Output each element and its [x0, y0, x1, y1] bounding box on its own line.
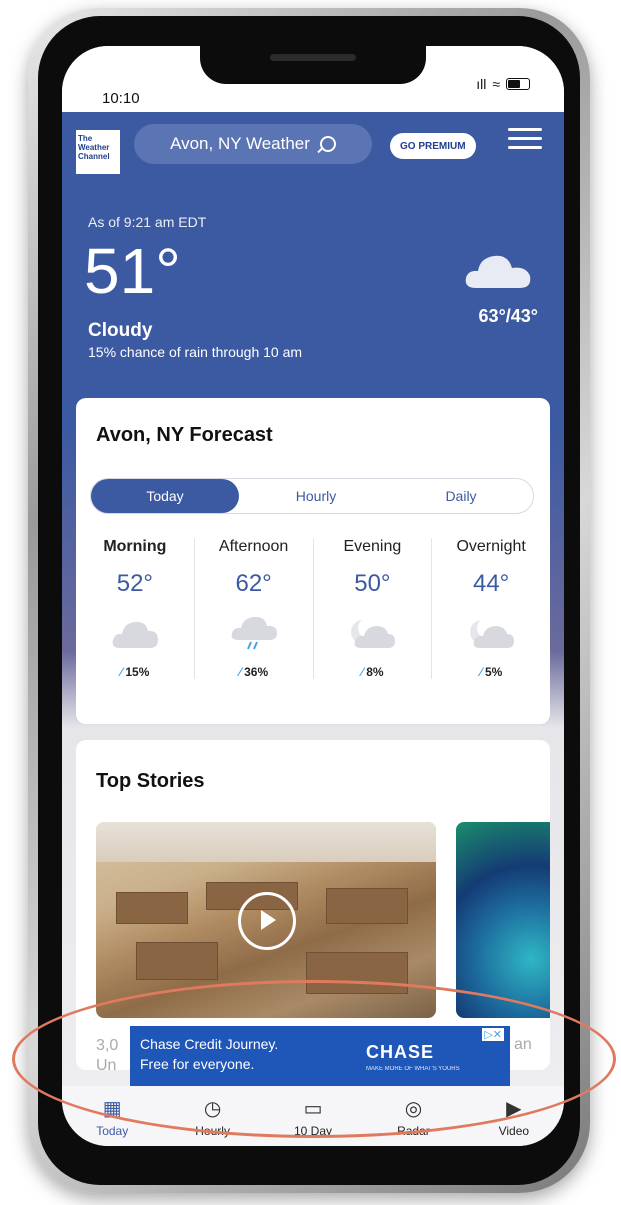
app-header: The Weather Channel Avon, NY Weather GO …	[62, 112, 564, 192]
radar-icon: ◎	[404, 1098, 423, 1120]
play-icon: ▶	[506, 1098, 522, 1120]
thumbnail-sky	[96, 822, 436, 862]
menu-icon[interactable]	[508, 128, 542, 152]
cloud-icon	[465, 255, 531, 288]
daypart-overnight[interactable]: Overnight 44° ⁄ 5%	[431, 538, 550, 679]
top-stories-title: Top Stories	[96, 770, 205, 792]
nav-label: Today	[96, 1124, 129, 1138]
notch	[200, 46, 426, 84]
daypart-temp: 62°	[235, 570, 272, 597]
raindrop-icon: ⁄	[479, 665, 482, 679]
calendar-today-icon: ▦	[102, 1098, 122, 1120]
ruin-wall	[306, 952, 408, 994]
bottom-nav: ▦ Today ◷ Hourly ▭ 10 Day ◎ Radar ▶ Vide…	[62, 1086, 564, 1146]
daypart-evening[interactable]: Evening 50° ⁄ 8%	[312, 538, 432, 679]
daypart-temp: 44°	[472, 570, 510, 597]
wifi-icon: ≈	[492, 76, 500, 92]
hi-lo-temps: 63°/43°	[478, 306, 538, 326]
story-headline-2[interactable]: an	[514, 1036, 532, 1054]
condition-phrase: Cloudy	[88, 320, 153, 341]
tab-today[interactable]: Today	[91, 479, 239, 513]
nav-label: 10 Day	[294, 1124, 333, 1138]
top-stories-card: Top Stories 3,0 Un an	[76, 740, 550, 1074]
logo-text-line: The	[78, 134, 93, 143]
daypart-row: Morning 52° ⁄ 15% Afternoon 62° ⁄ 36% Even…	[76, 538, 550, 679]
daypart-name: Evening	[343, 538, 402, 555]
partly-cloudy-night-icon	[351, 618, 396, 648]
nav-10-day[interactable]: ▭ 10 Day	[263, 1086, 363, 1146]
rain-cloud-icon	[231, 616, 277, 650]
story-headline[interactable]: 3,0 Un	[96, 1036, 118, 1076]
search-icon	[319, 136, 336, 152]
raindrop-icon: ⁄	[361, 665, 364, 679]
battery-icon	[506, 78, 530, 90]
ruin-wall	[326, 888, 408, 924]
daypart-name: Morning	[103, 538, 167, 555]
chase-ad-banner[interactable]: Chase Credit Journey. Free for everyone.…	[130, 1026, 510, 1086]
daypart-morning[interactable]: Morning 52° ⁄ 15%	[76, 538, 194, 679]
speaker	[270, 54, 356, 61]
daypart-afternoon[interactable]: Afternoon 62° ⁄ 36%	[193, 538, 313, 679]
rain-chance: ⁄ 15%	[120, 665, 150, 679]
forecast-card: Avon, NY Forecast Today Hourly Daily Mor…	[76, 398, 550, 724]
signal-icon: ıll	[476, 76, 487, 92]
logo-text-line: Channel	[78, 152, 110, 161]
forecast-tabs: Today Hourly Daily	[90, 478, 534, 514]
weather-channel-logo[interactable]: The Weather Channel	[76, 130, 120, 174]
nav-radar[interactable]: ◎ Radar	[363, 1086, 463, 1146]
ad-copy: Chase Credit Journey. Free for everyone.	[140, 1036, 279, 1072]
rain-chance: ⁄ 36%	[239, 665, 269, 679]
location-search-button[interactable]: Avon, NY Weather	[134, 124, 372, 164]
nav-label: Hourly	[195, 1124, 230, 1138]
story-video-thumbnail[interactable]	[96, 822, 436, 1018]
raindrop-icon: ⁄	[120, 665, 123, 679]
calendar-icon: ▭	[303, 1098, 323, 1120]
nav-video[interactable]: ▶ Video	[464, 1086, 564, 1146]
tab-daily[interactable]: Daily	[391, 479, 531, 513]
daypart-temp: 52°	[116, 570, 154, 597]
ruin-wall	[136, 942, 218, 980]
precip-chance: 15% chance of rain through 10 am	[88, 344, 303, 360]
nav-hourly[interactable]: ◷ Hourly	[162, 1086, 262, 1146]
raindrop-icon: ⁄	[239, 665, 242, 679]
clock-icon: ◷	[203, 1098, 222, 1120]
partly-cloudy-night-icon	[470, 618, 515, 648]
tab-hourly[interactable]: Hourly	[251, 479, 381, 513]
chase-logo: CHASE	[366, 1042, 435, 1062]
daypart-name: Overnight	[456, 538, 526, 555]
current-temperature: 51°	[84, 235, 181, 307]
forecast-title: Avon, NY Forecast	[96, 424, 273, 446]
rain-chance: ⁄ 5%	[479, 665, 503, 679]
nav-label: Radar	[397, 1124, 430, 1138]
rain-chance: ⁄ 8%	[361, 665, 384, 679]
search-label: Avon, NY Weather	[170, 134, 310, 153]
ruin-wall	[116, 892, 188, 924]
status-time: 10:10	[102, 90, 140, 107]
ad-tagline: MAKE MORE OF WHAT'S YOURS	[366, 1066, 460, 1072]
nav-label: Video	[498, 1124, 530, 1138]
status-icons: ıll ≈	[476, 76, 530, 92]
app-screen: 10:10 ıll ≈ The Weather Channel Avon, NY…	[62, 46, 564, 1146]
current-conditions[interactable]: As of 9:21 am EDT 51° Cloudy 15% chance …	[62, 192, 564, 382]
ad-close-icon[interactable]: ▷✕	[482, 1028, 504, 1041]
go-premium-button[interactable]: GO PREMIUM	[390, 133, 476, 159]
daypart-name: Afternoon	[218, 538, 289, 555]
play-icon[interactable]	[238, 892, 296, 950]
daypart-temp: 50°	[354, 570, 391, 597]
nav-today[interactable]: ▦ Today	[62, 1086, 162, 1146]
logo-text-line: Weather	[78, 143, 110, 152]
cloud-icon	[112, 621, 158, 648]
story-thumbnail-2[interactable]	[456, 822, 550, 1018]
as-of-time: As of 9:21 am EDT	[88, 214, 207, 230]
